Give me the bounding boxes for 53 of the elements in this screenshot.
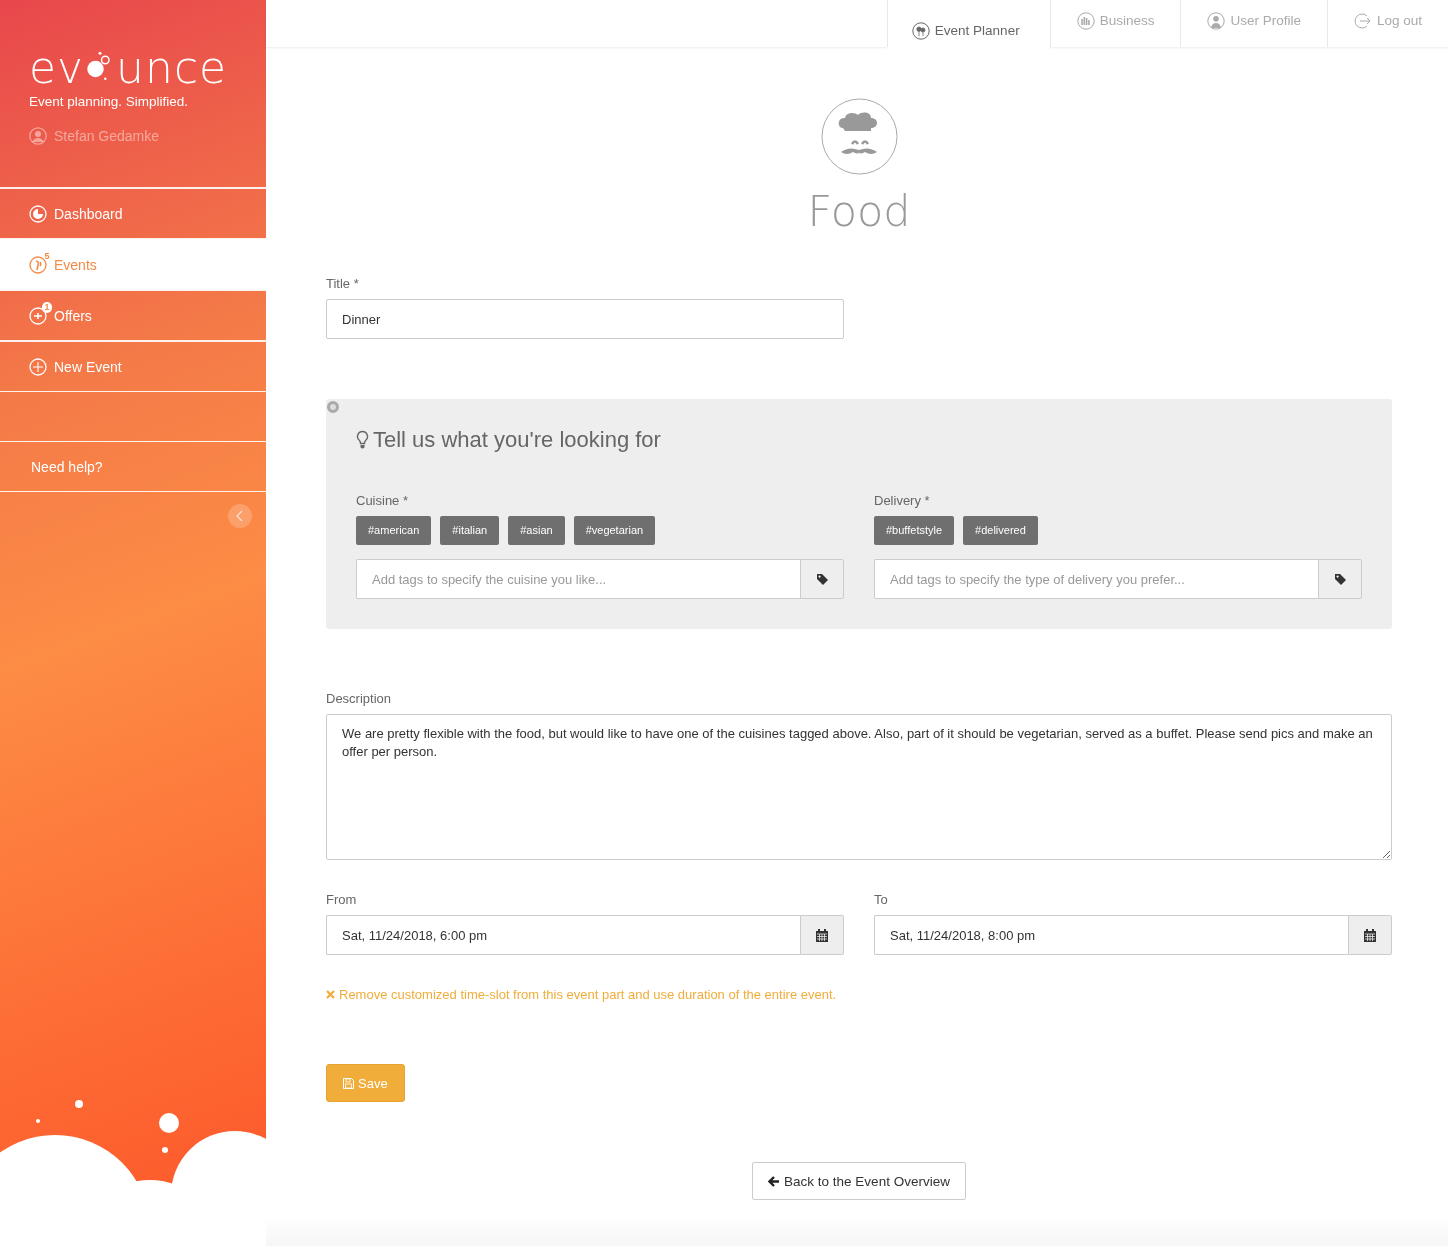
back-button[interactable]: Back to the Event Overview [752, 1162, 966, 1200]
sidebar-nav-item[interactable]: New Event [0, 341, 266, 392]
nav-icon [29, 204, 47, 223]
logo-text: unce [116, 48, 228, 88]
top-tab[interactable]: Event Planner [886, 0, 1050, 47]
tag-addon[interactable] [800, 559, 844, 599]
field-label: To [874, 892, 889, 907]
user-name: Stefan Gedamke [54, 128, 160, 144]
lightbulb-icon [356, 430, 369, 450]
tag-chip[interactable]: #italian [440, 516, 500, 545]
logo-text: ev [29, 48, 85, 88]
arrow-left-icon [768, 1175, 781, 1187]
status-dot-icon [327, 401, 339, 413]
tag-addon[interactable] [1318, 559, 1362, 599]
field-label: From [326, 892, 358, 907]
field-label: Title * [326, 276, 360, 291]
title-input[interactable]: Dinner [326, 299, 844, 339]
page-title: Food [807, 190, 911, 232]
notification-count: 5 [43, 250, 51, 262]
tab-icon [1076, 11, 1095, 30]
sidebar-nav-item[interactable]: 1 Offers [0, 290, 266, 341]
tagline: Event planning. Simplified. [29, 94, 190, 109]
tag-icon [815, 572, 829, 586]
calendar-button[interactable] [1348, 915, 1392, 955]
calendar-button[interactable] [800, 915, 844, 955]
description-textarea[interactable]: We are pretty flexible with the food, but would like to have one of the cuisines tagged above. Also, part of it should be vegetarian, served as a buffet. Please send pics and make an offer per person. [326, 714, 1392, 860]
field-label: Cuisine * [356, 493, 410, 508]
calendar-icon [1364, 928, 1376, 942]
floppy-icon [343, 1077, 354, 1089]
panel-heading: Tell us what you're looking for [373, 427, 661, 453]
tag-input[interactable]: Add tags to specify the cuisine you like... [356, 559, 800, 599]
tag-chip[interactable]: #buffetstyle [874, 516, 955, 545]
tag-icon [1333, 572, 1347, 586]
tag-chip[interactable]: #asian [508, 516, 565, 545]
nav-icon [29, 255, 47, 274]
nav-icon [29, 306, 47, 325]
tag-input[interactable]: Add tags to specify the type of delivery you prefer... [874, 559, 1318, 599]
notification-count: 1 [42, 301, 52, 313]
chef-icon [820, 98, 898, 175]
close-icon [326, 990, 335, 999]
date-input[interactable]: Sat, 11/24/2018, 8:00 pm [874, 915, 1348, 955]
tag-chip[interactable]: #american [356, 516, 432, 545]
field-label: Description [326, 691, 393, 706]
tab-icon [1207, 11, 1226, 30]
tab-icon [911, 21, 930, 40]
tag-chip[interactable]: #delivered [963, 516, 1038, 545]
calendar-icon [816, 928, 828, 942]
user-avatar-icon [29, 127, 47, 145]
field-label: Delivery * [874, 493, 931, 508]
tab-icon [1353, 11, 1372, 30]
nav-icon [29, 357, 47, 376]
tag-chip[interactable]: #vegetarian [573, 516, 656, 545]
date-input[interactable]: Sat, 11/24/2018, 6:00 pm [326, 915, 800, 955]
